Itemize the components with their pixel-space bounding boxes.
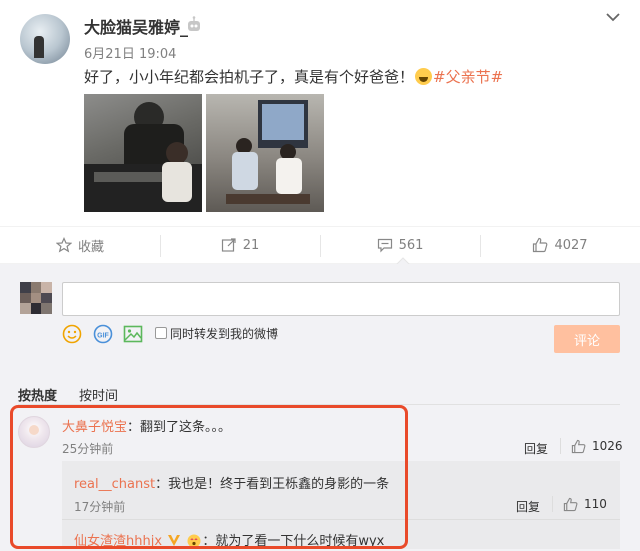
sort-by-time[interactable]: 按时间 (79, 385, 118, 404)
submit-comment-button[interactable]: 评论 (554, 325, 620, 353)
reply-like-count: 110 (584, 497, 607, 511)
repost-icon (221, 238, 236, 252)
thumbs-up-icon (571, 439, 586, 453)
thumbs-up-icon (563, 497, 578, 511)
comment-like-button[interactable]: 1026 (560, 438, 623, 454)
laughing-emoji-icon (415, 68, 433, 85)
robot-icon (188, 16, 200, 31)
emoji-icon[interactable] (62, 324, 82, 344)
hashtag-link[interactable]: #父亲节# (433, 68, 503, 86)
post-username[interactable]: 大脸猫吴雅婷_ (84, 14, 188, 38)
thumbs-up-icon (533, 237, 548, 253)
sync-repost-checkbox[interactable] (155, 327, 167, 339)
image-icon[interactable] (123, 324, 143, 344)
repost-button[interactable]: 21 (160, 227, 320, 263)
weibo-post: 大脸猫吴雅婷_ 6月21日 19:04 好了，小小年纪都会拍机子了，真是有个好爸… (0, 0, 640, 226)
reply-button[interactable]: 回复 (516, 498, 540, 515)
my-avatar (20, 282, 52, 314)
svg-text:GIF: GIF (97, 333, 109, 340)
post-photo-1[interactable] (84, 94, 202, 212)
post-text: 好了，小小年纪都会拍机子了，真是有个好爸爸！ (84, 68, 415, 86)
reply-like-button[interactable]: 110 (552, 496, 607, 512)
like-button[interactable]: 4027 (480, 227, 640, 263)
post-action-bar: 收藏 21 561 4027 (0, 226, 640, 264)
post-content: 好了，小小年纪都会拍机子了，真是有个好爸爸！ #父亲节# (84, 66, 503, 87)
user-avatar[interactable] (20, 14, 70, 64)
comment-input[interactable] (62, 282, 620, 316)
like-count: 4027 (554, 237, 588, 253)
chevron-down-icon[interactable] (604, 8, 622, 26)
comment-count: 561 (398, 237, 424, 253)
post-time[interactable]: 6月21日 19:04 (84, 43, 176, 62)
reply-button[interactable]: 回复 (524, 440, 548, 457)
gif-icon[interactable]: GIF (93, 324, 113, 344)
sync-repost-label: 同时转发到我的微博 (170, 327, 279, 341)
repost-count: 21 (242, 237, 260, 253)
comment-like-count: 1026 (592, 439, 623, 453)
post-photo-2[interactable] (206, 94, 324, 212)
favorite-button[interactable]: 收藏 (0, 227, 160, 263)
star-icon (55, 237, 72, 253)
comment-icon (377, 238, 392, 253)
sort-by-hot[interactable]: 按热度 (18, 385, 57, 404)
favorite-label: 收藏 (77, 239, 104, 255)
highlight-box (10, 405, 408, 549)
